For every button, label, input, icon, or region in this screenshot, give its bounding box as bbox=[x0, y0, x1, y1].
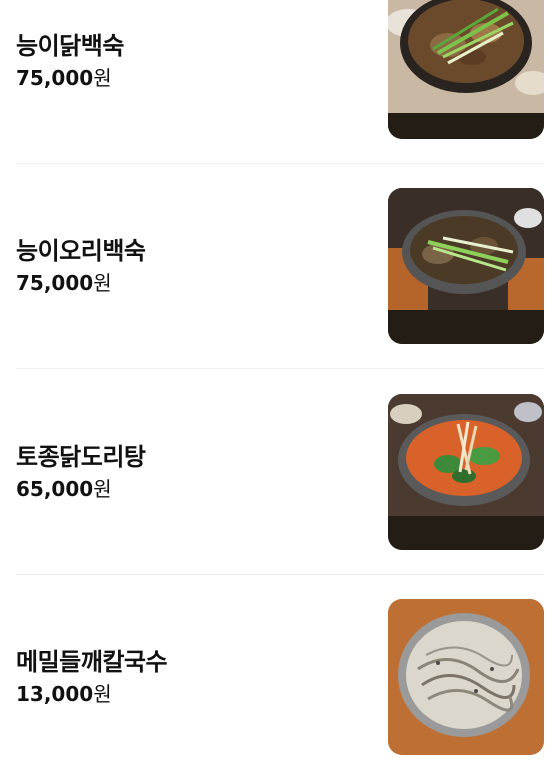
menu-item[interactable]: 능이닭백숙 75,000원 bbox=[16, 0, 544, 139]
menu-item-name: 능이닭백숙 bbox=[16, 32, 124, 60]
menu-item-name: 토종닭도리탕 bbox=[16, 443, 146, 471]
divider bbox=[16, 163, 544, 164]
price-value: 65,000 bbox=[16, 477, 94, 501]
menu-item-info: 능이닭백숙 75,000원 bbox=[16, 0, 356, 139]
menu-item-price: 13,000원 bbox=[16, 681, 356, 707]
price-value: 75,000 bbox=[16, 271, 94, 295]
menu-item-price: 75,000원 bbox=[16, 270, 356, 296]
price-unit: 원 bbox=[93, 271, 112, 295]
menu-item-info: 능이오리백숙 75,000원 bbox=[16, 188, 356, 344]
menu-item[interactable]: 능이오리백숙 75,000원 bbox=[16, 188, 544, 344]
menu-item-photo[interactable] bbox=[388, 0, 544, 139]
price-unit: 원 bbox=[93, 66, 112, 90]
menu-item-photo[interactable] bbox=[388, 188, 544, 344]
menu-item-name: 능이오리백숙 bbox=[16, 237, 146, 265]
divider bbox=[16, 368, 544, 369]
menu-item-info: 메밀들깨칼국수 13,000원 bbox=[16, 599, 356, 755]
menu-item[interactable]: 메밀들깨칼국수 13,000원 bbox=[16, 599, 544, 755]
price-value: 75,000 bbox=[16, 66, 94, 90]
price-unit: 원 bbox=[93, 477, 112, 501]
price-unit: 원 bbox=[93, 682, 112, 706]
menu-item-price: 65,000원 bbox=[16, 476, 356, 502]
menu-item-info: 토종닭도리탕 65,000원 bbox=[16, 394, 356, 550]
menu-item-name: 메밀들깨칼국수 bbox=[16, 648, 168, 676]
price-value: 13,000 bbox=[16, 682, 94, 706]
menu-item-photo[interactable] bbox=[388, 394, 544, 550]
menu-item-price: 75,000원 bbox=[16, 65, 356, 91]
menu-list: 능이닭백숙 75,000원 능이오리백숙 75,000원 토종닭도리탕 65,0… bbox=[0, 0, 552, 765]
divider bbox=[16, 574, 544, 575]
menu-item-photo[interactable] bbox=[388, 599, 544, 755]
menu-item[interactable]: 토종닭도리탕 65,000원 bbox=[16, 394, 544, 550]
